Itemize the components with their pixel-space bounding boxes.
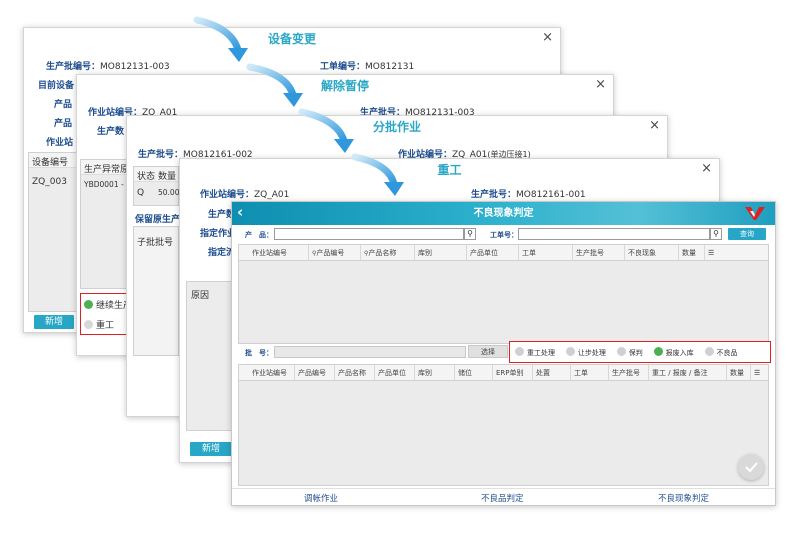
transition-arrows [193,16,404,196]
arrow-icon [298,108,354,153]
arrow-icon [351,153,404,196]
arrow-icon [246,63,303,107]
arrow-icon [193,16,248,62]
